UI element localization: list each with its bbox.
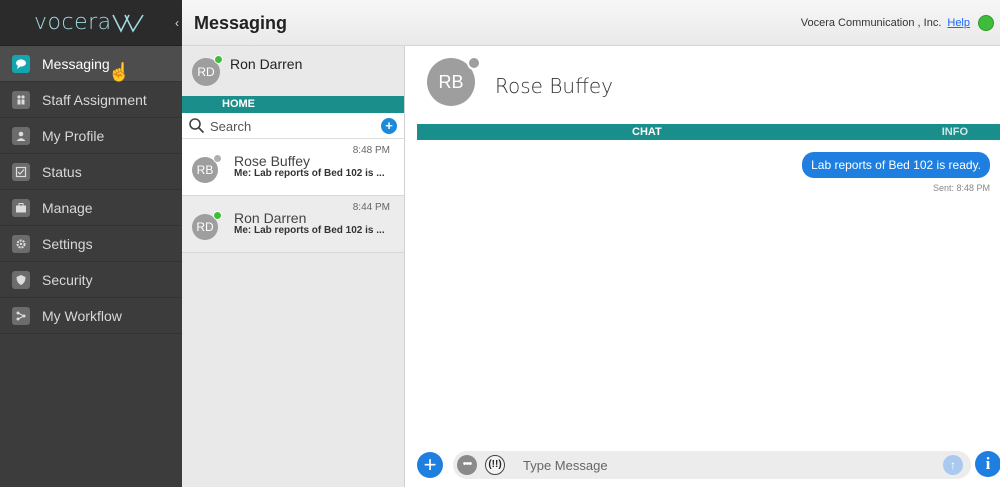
compose-bar: + ••• (!!) ↑ i xyxy=(417,448,1000,480)
chat-tabs: CHAT INFO xyxy=(417,124,1000,140)
mouse-pointer-hand-icon: ☝ xyxy=(108,62,131,82)
search-input[interactable] xyxy=(210,117,370,135)
help-link[interactable]: Help xyxy=(947,17,970,29)
shield-icon xyxy=(12,270,30,289)
conversation-time: 8:44 PM xyxy=(352,202,390,213)
conversation-name: Rose Buffey xyxy=(234,153,311,169)
briefcase-icon xyxy=(12,198,30,217)
conversation-list-panel: RD Ron Darren HOME + RB 8:48 PM Rose Buf… xyxy=(182,46,405,487)
top-header: Messaging Vocera Communication , Inc. He… xyxy=(182,0,1000,46)
sidebar-item-label: Staff Assignment xyxy=(42,91,147,108)
info-button[interactable]: i xyxy=(975,451,1000,477)
organization-name: Vocera Communication , Inc. xyxy=(800,17,942,29)
sidebar-item-label: Messaging xyxy=(42,55,110,72)
presence-indicator xyxy=(214,55,223,64)
sidebar-item-staff-assignment[interactable]: Staff Assignment xyxy=(0,82,182,118)
sidebar-item-label: Manage xyxy=(42,199,93,216)
vocera-logo-mark-icon xyxy=(112,14,144,33)
collapse-sidebar-icon[interactable]: ‹ xyxy=(172,14,182,32)
conversation-item[interactable]: RD 8:44 PM Ron Darren Me: Lab reports of… xyxy=(182,196,404,253)
conversation-preview: Me: Lab reports of Bed 102 is ... xyxy=(234,168,385,179)
new-message-button[interactable]: + xyxy=(381,118,397,134)
sidebar-item-security[interactable]: Security xyxy=(0,262,182,298)
more-options-button[interactable]: ••• xyxy=(457,455,477,475)
send-button[interactable]: ↑ xyxy=(943,455,963,475)
sidebar-item-messaging[interactable]: Messaging xyxy=(0,46,182,82)
chat-panel: RB Rose Buffey CHAT INFO Lab reports of … xyxy=(405,46,1000,487)
contact-name: Rose Buffey xyxy=(495,74,614,98)
header-right: Vocera Communication , Inc. Help xyxy=(801,15,994,31)
workflow-icon xyxy=(12,306,30,325)
tab-home[interactable]: HOME xyxy=(182,96,404,113)
current-user-name: Ron Darren xyxy=(230,56,303,72)
urgent-priority-button[interactable]: (!!) xyxy=(485,455,505,475)
page-title: Messaging xyxy=(194,13,288,33)
presence-indicator xyxy=(213,211,222,220)
presence-indicator xyxy=(467,56,481,70)
tab-info[interactable]: INFO xyxy=(942,124,968,140)
vocera-logo: vocera xyxy=(34,10,112,35)
conversation-name: Ron Darren xyxy=(234,210,307,226)
sidebar-item-label: Status xyxy=(42,163,82,180)
sidebar-item-manage[interactable]: Manage xyxy=(0,190,182,226)
sidebar-item-label: Settings xyxy=(42,235,93,252)
add-attachment-button[interactable]: + xyxy=(417,452,443,478)
sidebar-item-my-workflow[interactable]: My Workflow xyxy=(0,298,182,334)
sidebar-item-settings[interactable]: Settings xyxy=(0,226,182,262)
chat-bubble-icon xyxy=(12,54,30,73)
status-icon xyxy=(12,162,30,181)
tab-chat[interactable]: CHAT xyxy=(632,124,662,140)
search-icon xyxy=(189,118,205,134)
conversation-time: 8:48 PM xyxy=(352,145,390,156)
staff-assignment-icon xyxy=(12,90,30,109)
message-bubble: Lab reports of Bed 102 is ready. xyxy=(802,152,990,178)
sidebar-item-label: My Profile xyxy=(42,127,105,144)
sidebar-item-label: My Workflow xyxy=(42,307,122,324)
presence-indicator xyxy=(213,154,222,163)
sidebar-item-my-profile[interactable]: My Profile xyxy=(0,118,182,154)
message-sent-time: Sent: 8:48 PM xyxy=(932,183,990,193)
online-status-indicator[interactable] xyxy=(978,15,994,31)
sidebar-item-status[interactable]: Status xyxy=(0,154,182,190)
current-user[interactable]: RD Ron Darren xyxy=(182,46,404,96)
person-icon xyxy=(12,126,30,145)
sidebar: vocera ‹ Messaging Staff Assignment My P… xyxy=(0,0,182,487)
gear-icon xyxy=(12,234,30,253)
search-bar: + xyxy=(182,113,404,139)
conversation-preview: Me: Lab reports of Bed 102 is ... xyxy=(234,225,385,236)
conversation-item[interactable]: RB 8:48 PM Rose Buffey Me: Lab reports o… xyxy=(182,139,404,196)
sidebar-item-label: Security xyxy=(42,271,93,288)
logo-bar: vocera ‹ xyxy=(0,0,182,46)
message-input[interactable] xyxy=(523,456,923,474)
